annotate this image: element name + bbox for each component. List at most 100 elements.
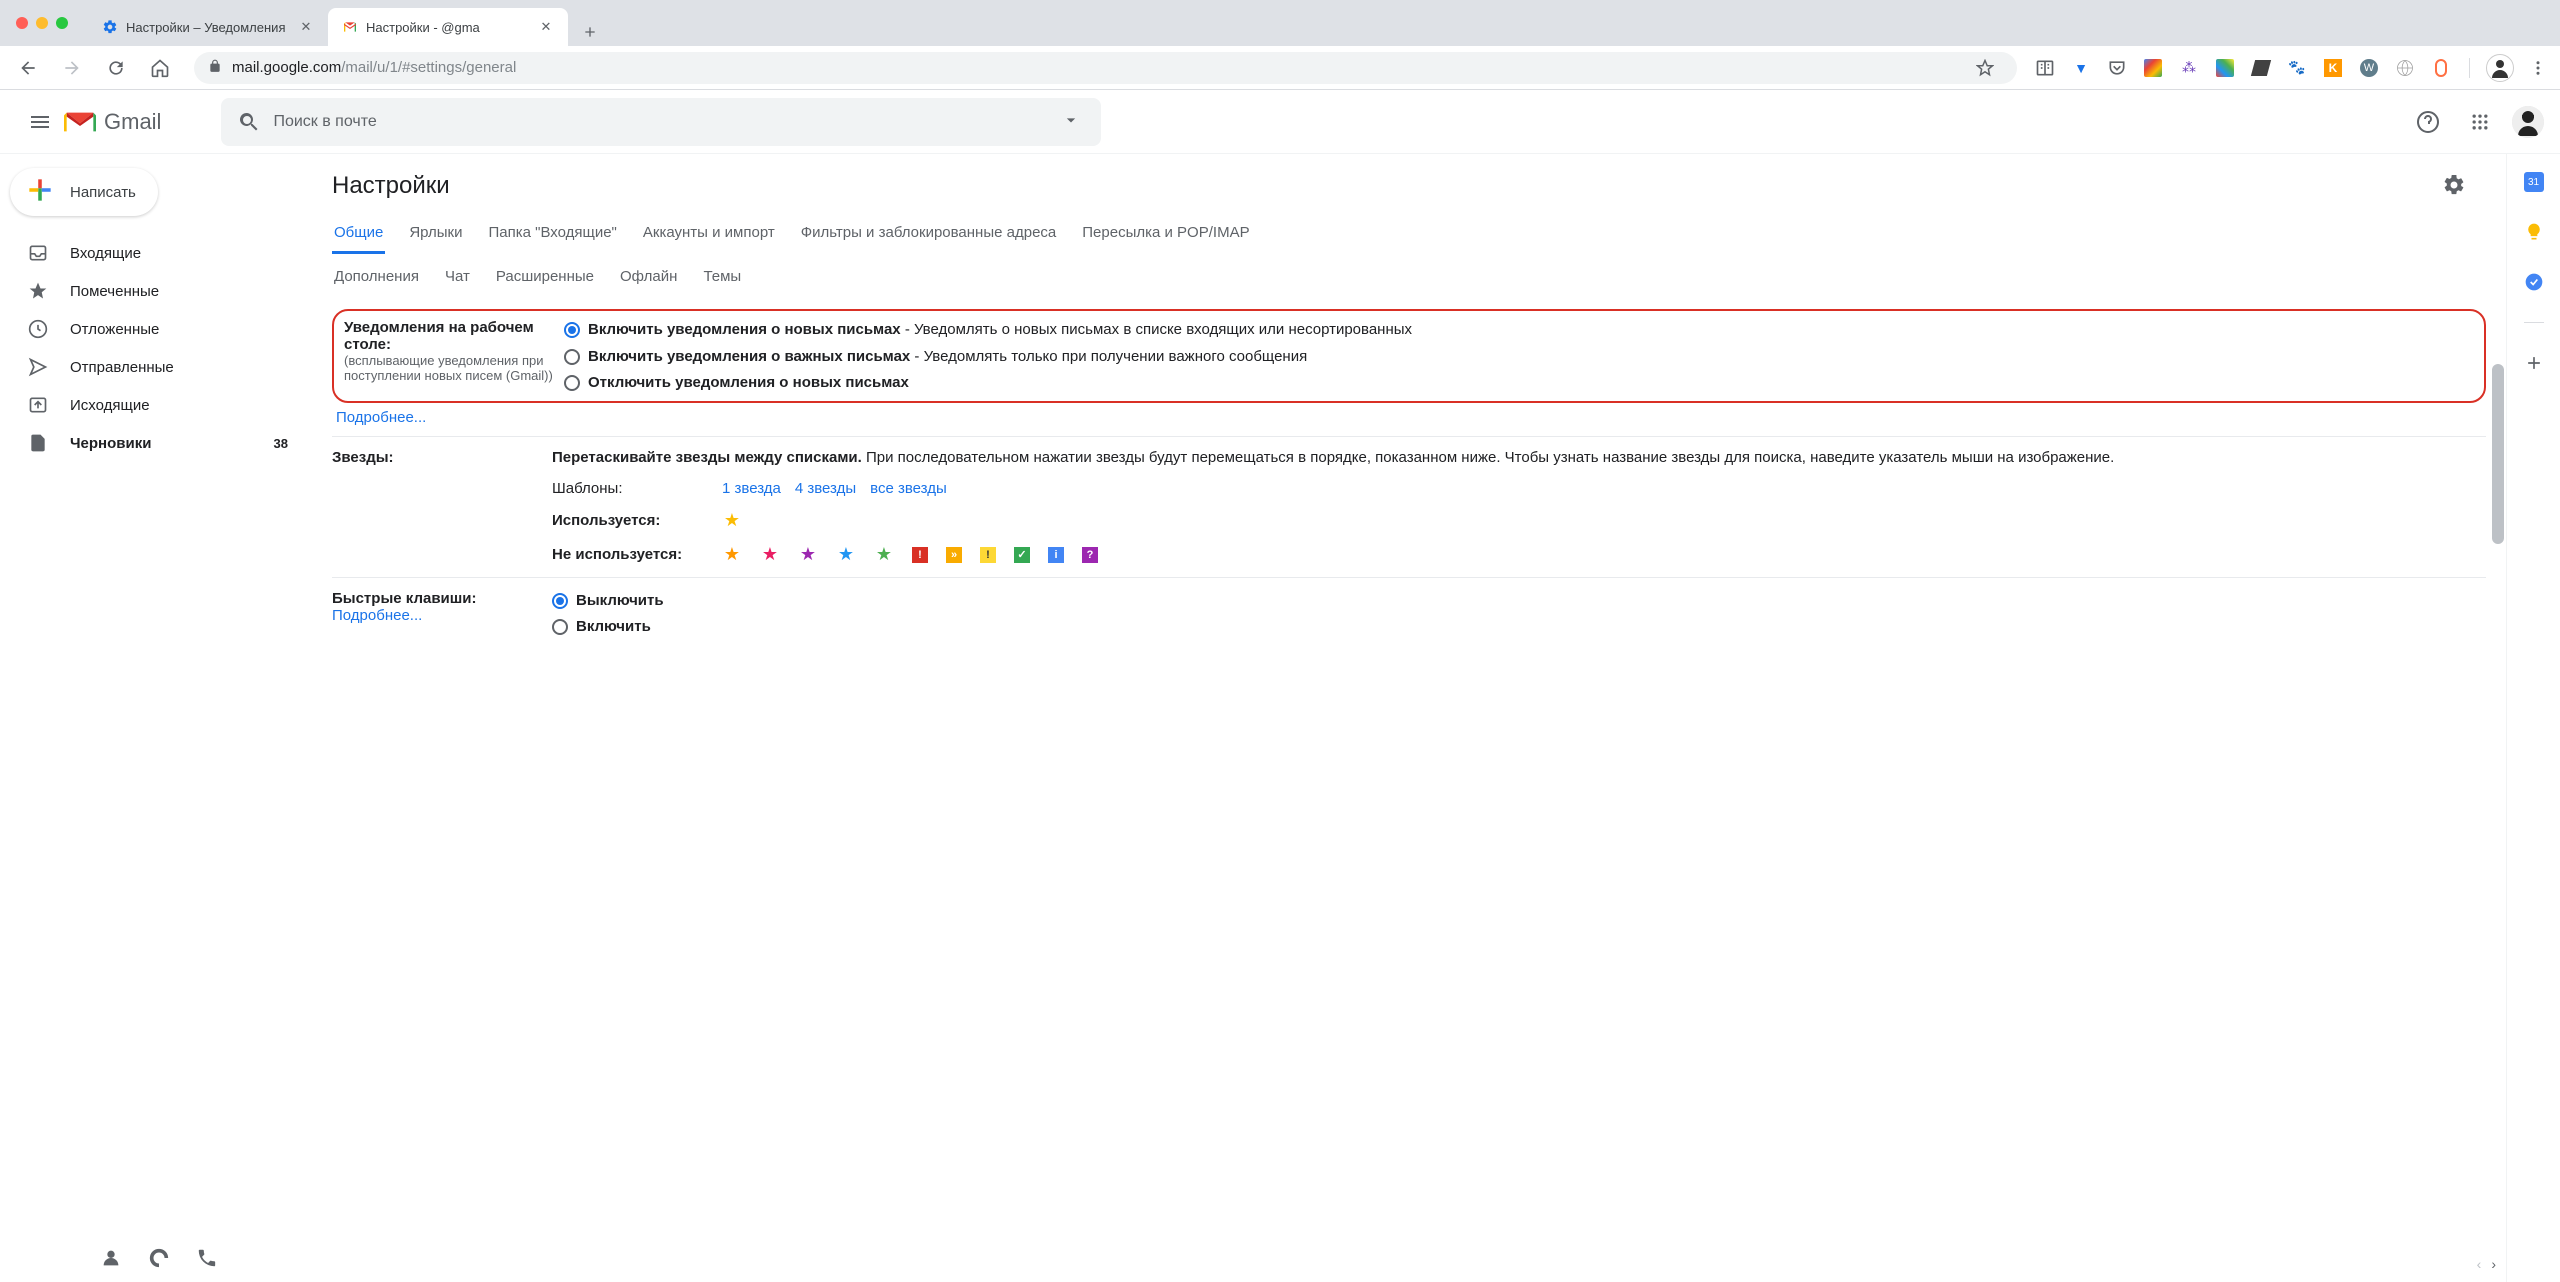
address-bar[interactable]: mail.google.com/mail/u/1/#settings/gener… <box>194 52 2017 84</box>
minimize-window-button[interactable] <box>36 17 48 29</box>
settings-tab[interactable]: Темы <box>701 258 743 295</box>
extension-icon[interactable] <box>2429 56 2453 80</box>
phone-icon[interactable] <box>196 1247 218 1272</box>
setting-label: Звезды: <box>332 449 542 466</box>
sidebar-item-outbox[interactable]: Исходящие <box>0 386 312 424</box>
settings-tab[interactable]: Общие <box>332 214 385 254</box>
gmail-logo[interactable]: Gmail <box>64 109 161 135</box>
send-icon <box>28 357 48 377</box>
learn-more-link[interactable]: Подробнее... <box>336 409 426 426</box>
main-menu-button[interactable] <box>16 98 64 146</box>
check-green-icon[interactable]: ✓ <box>1014 547 1030 563</box>
star-red-icon[interactable]: ★ <box>760 545 780 565</box>
side-panel-prev-icon[interactable]: ‹ <box>2477 1256 2482 1272</box>
learn-more-link[interactable]: Подробнее... <box>332 607 422 624</box>
search-bar[interactable] <box>221 98 1101 146</box>
reload-button[interactable] <box>98 50 134 86</box>
calendar-icon[interactable]: 31 <box>2524 172 2544 192</box>
home-button[interactable] <box>142 50 178 86</box>
star-blue-icon[interactable]: ★ <box>836 545 856 565</box>
radio-label: Включить уведомления о новых письмах - У… <box>588 319 1412 342</box>
radio-button[interactable] <box>564 349 580 365</box>
settings-tab[interactable]: Чат <box>443 258 472 295</box>
extension-icon[interactable]: ⁂ <box>2177 56 2201 80</box>
pocket-icon[interactable] <box>2105 56 2129 80</box>
contacts-icon[interactable] <box>100 1247 122 1272</box>
radio-button[interactable] <box>552 593 568 609</box>
reader-icon[interactable] <box>2033 56 2057 80</box>
setting-label: Уведомления на рабочем столе: <box>344 319 554 353</box>
star-yellow-icon[interactable]: ★ <box>722 511 742 531</box>
close-tab-icon[interactable]: ✕ <box>538 19 554 35</box>
profile-avatar[interactable] <box>2486 54 2514 82</box>
side-panel-next-icon[interactable]: › <box>2491 1256 2496 1272</box>
settings-tab[interactable]: Расширенные <box>494 258 596 295</box>
star-preset-link[interactable]: 1 звезда <box>722 480 781 497</box>
search-options-dropdown[interactable] <box>1061 110 1085 134</box>
new-tab-button[interactable] <box>576 18 604 46</box>
sidebar: Написать ВходящиеПомеченныеОтложенныеОтп… <box>0 154 312 1282</box>
radio-label: Включить уведомления о важных письмах - … <box>588 346 1307 369</box>
sidebar-item-send[interactable]: Отправленные <box>0 348 312 386</box>
separator <box>2524 322 2544 323</box>
exclaim-yellow-icon[interactable]: ! <box>980 547 996 563</box>
forward-button[interactable] <box>54 50 90 86</box>
question-purple-icon[interactable]: ? <box>1082 547 1098 563</box>
info-blue-icon[interactable]: i <box>1048 547 1064 563</box>
extension-icon[interactable]: W <box>2357 56 2381 80</box>
gmail-logo-text: Gmail <box>104 109 161 135</box>
scrollbar-thumb[interactable] <box>2492 364 2504 544</box>
settings-tab[interactable]: Пересылка и POP/IMAP <box>1080 214 1251 254</box>
settings-tab[interactable]: Фильтры и заблокированные адреса <box>799 214 1059 254</box>
desktop-notifications-setting: Уведомления на рабочем столе: (всплывающ… <box>332 309 2486 403</box>
support-button[interactable] <box>2408 102 2448 142</box>
star-orange-icon[interactable]: ★ <box>722 545 742 565</box>
search-input[interactable] <box>273 113 1061 131</box>
apps-grid-button[interactable] <box>2460 102 2500 142</box>
tab-title: Настройки - @gma <box>366 20 480 35</box>
keep-icon[interactable] <box>2524 222 2544 242</box>
settings-gear-icon[interactable] <box>2442 173 2466 200</box>
browser-tab-active[interactable]: Настройки - @gma ✕ <box>328 8 568 46</box>
hangouts-icon[interactable] <box>148 1247 170 1272</box>
radio-button[interactable] <box>564 322 580 338</box>
star-green-icon[interactable]: ★ <box>874 545 894 565</box>
settings-tab[interactable]: Аккаунты и импорт <box>641 214 777 254</box>
exclaim-red-icon[interactable]: ! <box>912 547 928 563</box>
account-avatar[interactable] <box>2512 106 2544 138</box>
close-window-button[interactable] <box>16 17 28 29</box>
extension-icon[interactable] <box>2141 56 2165 80</box>
extension-icon[interactable] <box>2393 56 2417 80</box>
maximize-window-button[interactable] <box>56 17 68 29</box>
add-addon-button[interactable] <box>2524 353 2544 373</box>
settings-tab[interactable]: Папка "Входящие" <box>486 214 618 254</box>
used-label: Используется: <box>552 512 722 529</box>
extension-icon[interactable] <box>2213 56 2237 80</box>
extension-icon[interactable]: 🐾 <box>2285 56 2309 80</box>
compose-button[interactable]: Написать <box>10 168 158 216</box>
extension-icon[interactable]: ▼ <box>2069 56 2093 80</box>
browser-tab[interactable]: Настройки – Уведомления ✕ <box>88 8 328 46</box>
settings-gear-icon <box>102 19 118 35</box>
radio-button[interactable] <box>552 619 568 635</box>
star-preset-link[interactable]: 4 звезды <box>795 480 856 497</box>
close-tab-icon[interactable]: ✕ <box>298 19 314 35</box>
settings-tab[interactable]: Офлайн <box>618 258 679 295</box>
settings-tab[interactable]: Ярлыки <box>407 214 464 254</box>
browser-menu-icon[interactable] <box>2526 56 2550 80</box>
browser-toolbar: mail.google.com/mail/u/1/#settings/gener… <box>0 46 2560 90</box>
settings-tab[interactable]: Дополнения <box>332 258 421 295</box>
sidebar-item-star[interactable]: Помеченные <box>0 272 312 310</box>
arrow-orange-icon[interactable]: » <box>946 547 962 563</box>
star-preset-link[interactable]: все звезды <box>870 480 947 497</box>
extension-icon[interactable] <box>2249 56 2273 80</box>
tasks-icon[interactable] <box>2524 272 2544 292</box>
back-button[interactable] <box>10 50 46 86</box>
extension-icon[interactable]: K <box>2321 56 2345 80</box>
bookmark-star-icon[interactable] <box>1967 50 2003 86</box>
sidebar-item-file[interactable]: Черновики38 <box>0 424 312 462</box>
sidebar-item-inbox[interactable]: Входящие <box>0 234 312 272</box>
sidebar-item-clock[interactable]: Отложенные <box>0 310 312 348</box>
star-purple-icon[interactable]: ★ <box>798 545 818 565</box>
radio-button[interactable] <box>564 375 580 391</box>
